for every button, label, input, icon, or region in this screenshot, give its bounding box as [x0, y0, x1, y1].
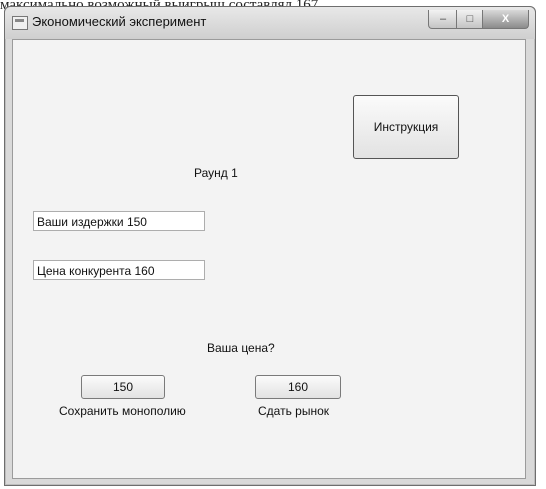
keep-monopoly-label: Сохранить монополию: [59, 404, 186, 418]
app-window: Экономический эксперимент – □ X Инструкц…: [4, 6, 536, 486]
round-label: Раунд 1: [194, 166, 238, 180]
competitor-price-field[interactable]: Цена конкурента 160: [33, 260, 205, 280]
give-up-market-label: Сдать рынок: [258, 404, 330, 418]
form-client-area: Инструкция Раунд 1 Ваши издержки 150 Цен…: [12, 39, 526, 479]
price-question-label: Ваша цена?: [207, 341, 275, 355]
price-150-button[interactable]: 150: [81, 375, 165, 399]
maximize-button[interactable]: □: [456, 10, 484, 29]
costs-field[interactable]: Ваши издержки 150: [33, 211, 205, 231]
window-title: Экономический эксперимент: [32, 14, 207, 29]
close-button[interactable]: X: [482, 10, 529, 29]
minimize-button[interactable]: –: [428, 10, 458, 29]
app-icon: [12, 16, 28, 30]
title-bar[interactable]: Экономический эксперимент – □ X: [5, 7, 535, 39]
close-icon: X: [501, 13, 510, 25]
minimize-icon: –: [439, 13, 447, 25]
instruction-button[interactable]: Инструкция: [353, 95, 459, 159]
price-160-button[interactable]: 160: [255, 375, 341, 399]
maximize-icon: □: [466, 13, 474, 25]
